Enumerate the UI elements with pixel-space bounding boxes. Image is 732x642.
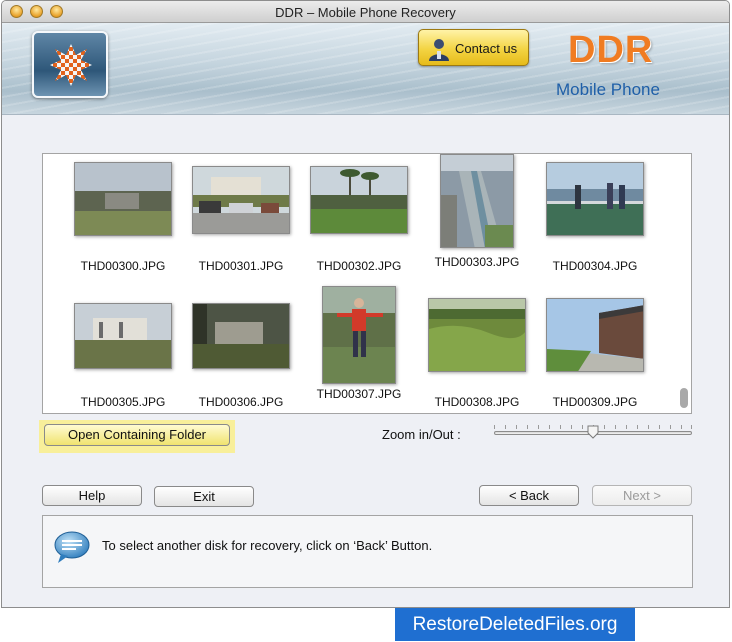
brand-subtitle: Mobile Phone [556,80,660,99]
photo-thumbnail[interactable] [74,162,172,236]
thumbnail-item[interactable]: THD00308.JPG [418,294,536,413]
thumbnail-filename: THD00301.JPG [198,259,284,273]
scrollbar-thumb[interactable] [680,388,688,408]
thumbnail-filename: THD00300.JPG [80,259,166,273]
status-message-panel: To select another disk for recovery, cli… [42,515,693,588]
contact-us-button[interactable]: Contact us [418,29,529,66]
photo-thumbnail[interactable] [192,166,290,234]
thumbnail-item[interactable]: THD00304.JPG [536,158,654,288]
thumbnail-item[interactable]: THD00309.JPG [536,294,654,413]
photo-thumbnail[interactable] [74,303,172,369]
next-button[interactable]: Next > [592,485,692,506]
thumbnail-item[interactable]: THD00300.JPG [64,158,182,288]
thumbnail-filename: THD00308.JPG [434,395,520,409]
thumbnail-item[interactable]: THD00303.JPG [418,154,536,284]
back-button[interactable]: < Back [479,485,579,506]
thumbnail-item[interactable]: THD00306.JPG [182,294,300,413]
open-containing-folder-button[interactable]: Open Containing Folder [44,424,230,446]
thumbnail-item[interactable]: THD00307.JPG [300,286,418,413]
help-button[interactable]: Help [42,485,142,506]
checkered-logo-icon [50,44,92,86]
open-folder-highlight: Open Containing Folder [39,420,235,453]
thumbnail-filename: THD00302.JPG [316,259,402,273]
zoom-label: Zoom in/Out : [382,427,461,442]
support-person-icon [429,39,449,61]
title-bar: DDR – Mobile Phone Recovery [2,1,729,23]
thumbnail-item[interactable]: THD00301.JPG [182,158,300,288]
photo-thumbnail[interactable] [322,286,396,384]
photo-thumbnail[interactable] [546,298,644,372]
restore-deleted-files-link[interactable]: RestoreDeletedFiles.org [395,608,635,641]
photo-thumbnail[interactable] [192,303,290,369]
photo-thumbnail[interactable] [310,166,408,234]
photo-thumbnail[interactable] [546,162,644,236]
contact-us-label: Contact us [455,41,518,56]
photo-thumbnail[interactable] [440,154,514,248]
brand-logo-text: DDR [568,29,654,71]
thumbnail-filename: THD00304.JPG [552,259,638,273]
thumbnail-item[interactable]: THD00305.JPG [64,294,182,413]
thumbnail-item[interactable]: THD00302.JPG [300,158,418,288]
status-message-text: To select another disk for recovery, cli… [102,538,433,553]
thumbnail-filename: THD00306.JPG [198,395,284,409]
app-window: DDR – Mobile Phone Recovery Contact us D… [1,0,730,608]
thumbnail-grid: THD00300.JPG THD00301.JPG THD00302.JPG T… [42,153,692,414]
header-banner: Contact us DDR Mobile Phone [2,23,729,115]
photo-thumbnail[interactable] [428,298,526,372]
thumbnail-filename: THD00307.JPG [316,387,402,401]
thumbnail-filename: THD00309.JPG [552,395,638,409]
thumbnail-filename: THD00305.JPG [80,395,166,409]
thumbnail-scrollbar[interactable] [679,156,689,411]
thumbnail-filename: THD00303.JPG [434,255,520,269]
window-title: DDR – Mobile Phone Recovery [275,5,456,20]
speech-bubble-icon [54,531,90,563]
exit-button[interactable]: Exit [154,486,254,507]
zoom-slider-knob[interactable] [587,425,599,439]
app-logo [32,31,108,98]
